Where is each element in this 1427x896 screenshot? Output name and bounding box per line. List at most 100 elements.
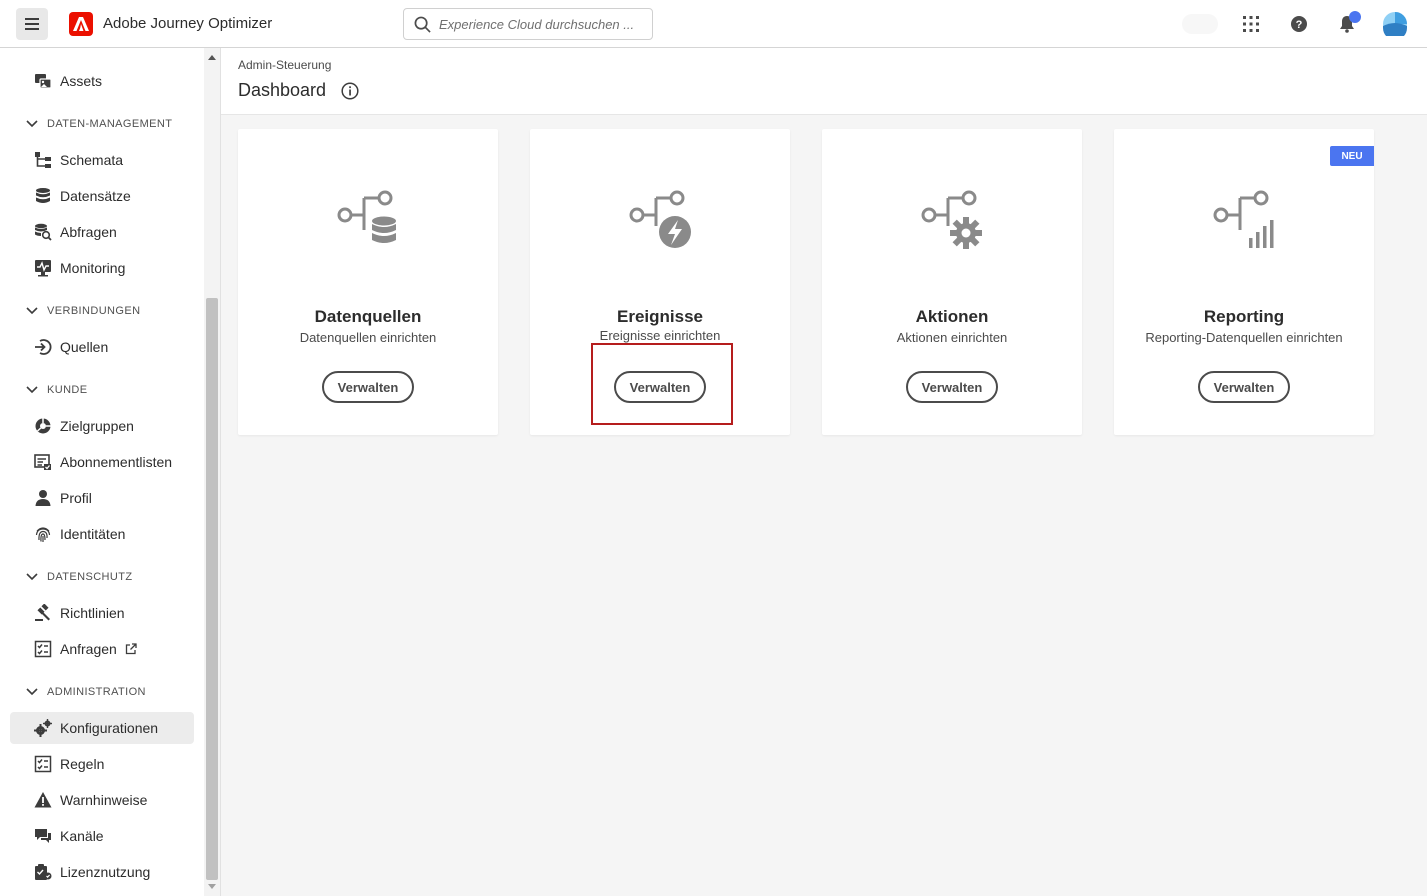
sidebar-item-monitoring[interactable]: Monitoring — [10, 252, 194, 284]
profile-icon — [33, 488, 53, 508]
section-administration[interactable]: ADMINISTRATION — [26, 684, 146, 700]
section-label: DATENSCHUTZ — [47, 571, 133, 583]
notification-dot — [1349, 11, 1361, 23]
card-title: Datenquellen — [314, 307, 422, 326]
configurations-icon — [33, 718, 53, 738]
manage-data-sources-button[interactable]: Verwalten — [322, 371, 414, 403]
card-subtitle: Aktionen einrichten — [896, 330, 1008, 345]
chevron-down-icon — [26, 118, 38, 130]
new-badge: NEU — [1330, 146, 1374, 166]
query-icon — [33, 222, 53, 242]
section-label: ADMINISTRATION — [47, 686, 146, 698]
sidebar-item-label: Quellen — [60, 339, 109, 355]
header-pill — [1182, 14, 1218, 34]
sidebar-scrollbar[interactable] — [204, 48, 220, 896]
scrollbar-thumb[interactable] — [206, 298, 218, 880]
app-title[interactable]: Adobe Journey Optimizer — [103, 15, 272, 32]
page-title-text: Dashboard — [238, 80, 327, 100]
section-privacy[interactable]: DATENSCHUTZ — [26, 569, 132, 585]
avatar[interactable] — [1383, 12, 1407, 36]
chevron-down-icon — [26, 571, 38, 583]
sidebar-item-label: Konfigurationen — [60, 720, 159, 736]
sidebar-item-schemata[interactable]: Schemata — [10, 144, 194, 176]
card-title: Aktionen — [915, 307, 989, 326]
sidebar-item-label: Abfragen — [60, 224, 117, 240]
sidebar-item-alerts[interactable]: Warnhinweise — [10, 784, 194, 816]
data-sources-icon — [337, 190, 396, 243]
section-connections[interactable]: VERBINDUNGEN — [26, 303, 140, 319]
sidebar-item-datasets[interactable]: Datensätze — [10, 180, 194, 212]
info-icon[interactable] — [341, 81, 359, 100]
sidebar-item-label: Anfragen — [60, 641, 117, 657]
card-subtitle: Datenquellen einrichten — [299, 330, 437, 345]
section-label: VERBINDUNGEN — [47, 305, 141, 317]
search-input[interactable] — [439, 16, 639, 32]
page-title: Dashboard — [238, 80, 359, 101]
sidebar-item-channels[interactable]: Kanäle — [10, 820, 194, 852]
top-bar: Adobe Journey Optimizer ? — [0, 0, 1427, 48]
monitoring-icon — [33, 258, 53, 278]
sidebar-item-label: Profil — [60, 490, 92, 506]
sidebar-item-label: Kanäle — [60, 828, 104, 844]
fingerprint-icon — [33, 524, 53, 544]
section-data-management[interactable]: DATEN-MANAGEMENT — [26, 116, 172, 132]
sidebar-item-requests[interactable]: Anfragen — [10, 633, 194, 665]
sidebar-item-identities[interactable]: Identitäten — [10, 518, 194, 550]
sidebar-item-profile[interactable]: Profil — [10, 482, 194, 514]
sidebar-item-rules[interactable]: Regeln — [10, 748, 194, 780]
assets-icon — [33, 71, 53, 91]
section-customer[interactable]: KUNDE — [26, 382, 88, 398]
sidebar-item-label: Identitäten — [60, 526, 126, 542]
sidebar-item-license-usage[interactable]: Lizenznutzung — [10, 856, 194, 888]
card-data-sources: Datenquellen Datenquellen einrichten Ver… — [238, 129, 498, 435]
sidebar-item-label: Warnhinweise — [60, 792, 148, 808]
sidebar-item-sources[interactable]: Quellen — [10, 331, 194, 363]
search-box[interactable] — [403, 8, 653, 40]
card-subtitle: Reporting-Datenquellen einrichten — [1145, 330, 1343, 345]
card-actions: Aktionen Aktionen einrichten Verwalten — [822, 129, 1082, 435]
adobe-logo-icon[interactable] — [69, 12, 93, 36]
schema-icon — [33, 150, 53, 170]
section-label: DATEN-MANAGEMENT — [47, 118, 173, 130]
sidebar-item-label: Zielgruppen — [60, 418, 134, 434]
sidebar-item-label: Assets — [60, 73, 103, 89]
card-title: Reporting — [1203, 307, 1285, 326]
channels-icon — [33, 826, 53, 846]
sidebar-item-policies[interactable]: Richtlinien — [10, 597, 194, 629]
sidebar-item-label: Richtlinien — [60, 605, 125, 621]
breadcrumb[interactable]: Admin-Steuerung — [238, 58, 331, 72]
sidebar-item-assets[interactable]: Assets — [10, 65, 194, 97]
alert-icon — [33, 790, 53, 810]
chevron-down-icon — [26, 686, 38, 698]
requests-icon — [33, 639, 53, 659]
subscription-list-icon — [33, 452, 53, 472]
svg-text:?: ? — [1296, 19, 1303, 31]
section-label: KUNDE — [47, 384, 88, 396]
sidebar: Assets DATEN-MANAGEMENT Schemata Datensä… — [0, 48, 204, 896]
card-title: Ereignisse — [617, 307, 703, 326]
sidebar-item-subscription-lists[interactable]: Abonnementlisten — [10, 446, 194, 478]
menu-icon[interactable] — [16, 8, 48, 40]
sidebar-item-label: Monitoring — [60, 260, 126, 276]
sidebar-item-configurations[interactable]: Konfigurationen — [10, 712, 194, 744]
sidebar-item-label: Schemata — [60, 152, 124, 168]
reporting-icon — [1213, 190, 1274, 248]
scroll-up-arrow-icon[interactable] — [208, 55, 216, 60]
license-usage-icon — [33, 862, 53, 882]
external-link-icon[interactable] — [125, 643, 137, 655]
sidebar-item-label: Lizenznutzung — [60, 864, 151, 880]
scroll-down-arrow-icon[interactable] — [208, 884, 216, 889]
highlight-box — [591, 343, 733, 425]
actions-icon — [921, 190, 982, 249]
app-switcher-icon[interactable] — [1239, 12, 1263, 36]
sidebar-item-queries[interactable]: Abfragen — [10, 216, 194, 248]
sidebar-item-audiences[interactable]: Zielgruppen — [10, 410, 194, 442]
sidebar-item-label: Regeln — [60, 756, 105, 772]
manage-actions-button[interactable]: Verwalten — [906, 371, 998, 403]
database-icon — [33, 186, 53, 206]
help-icon[interactable]: ? — [1287, 12, 1311, 36]
policies-icon — [33, 603, 53, 623]
search-icon — [414, 16, 431, 33]
chevron-down-icon — [26, 384, 38, 396]
manage-reporting-button[interactable]: Verwalten — [1198, 371, 1290, 403]
